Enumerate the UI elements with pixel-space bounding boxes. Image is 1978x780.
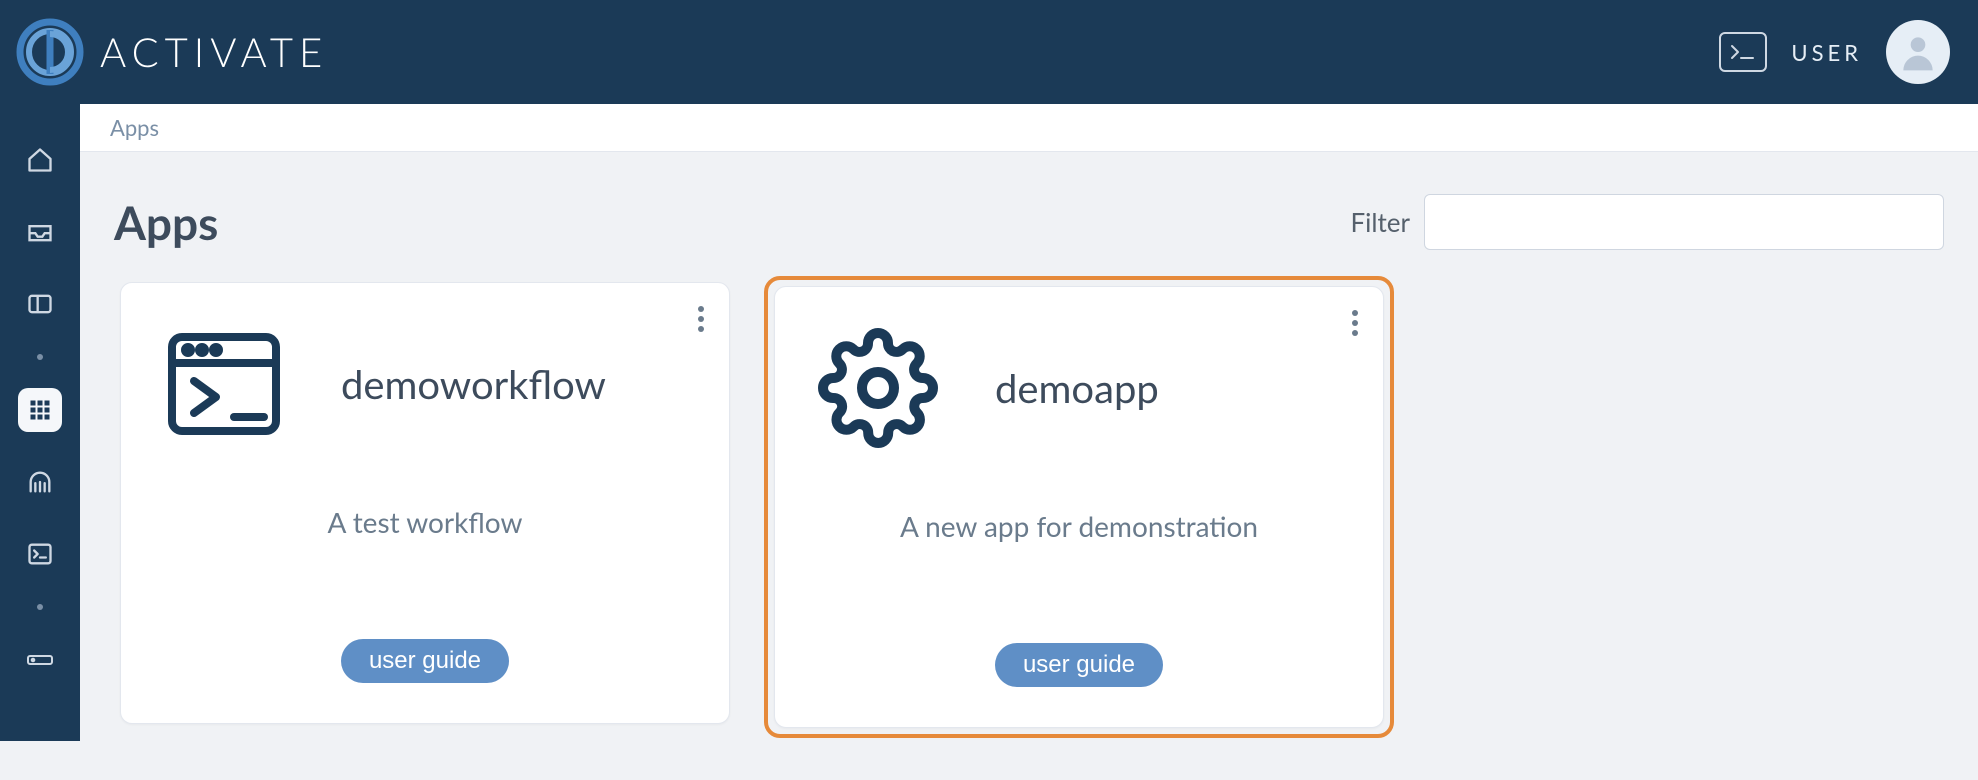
app-card[interactable]: demoapp A new app for demonstration user… [774,286,1384,728]
terminal-icon [1729,42,1757,62]
user-guide-button[interactable]: user guide [341,639,509,683]
tunnel-icon [26,468,54,496]
brand-mark-icon [14,16,86,88]
top-header: ACTIVATE USER [0,0,1978,104]
sidebar-separator [37,354,43,360]
apps-grid-icon [28,398,52,422]
app-card-frame: demoworkflow A test workflow user guide [114,276,736,738]
terminal-small-icon [26,540,54,568]
app-card-frame-highlighted: demoapp A new app for demonstration user… [764,276,1394,738]
terminal-window-icon [164,329,284,439]
user-label: USER [1791,39,1862,66]
avatar-icon [1896,30,1940,74]
sidebar-item-panel[interactable] [18,282,62,326]
brand-text: ACTIVATE [100,28,328,76]
gear-icon [818,328,938,448]
card-description: A test workflow [328,505,523,539]
sidebar-item-tunnel[interactable] [18,460,62,504]
sidebar-item-terminal[interactable] [18,532,62,576]
card-menu-button[interactable] [697,305,705,337]
terminal-button[interactable] [1719,32,1767,72]
page-title: Apps [114,195,218,250]
sidebar [0,104,80,741]
card-title: demoapp [995,364,1159,412]
card-menu-button[interactable] [1351,309,1359,341]
sidebar-item-home[interactable] [18,138,62,182]
card-title: demoworkflow [341,360,606,408]
card-icon [813,323,943,453]
inbox-icon [26,218,54,246]
card-icon [159,319,289,449]
main-area: Apps Apps Filter [80,104,1978,741]
apps-list: demoworkflow A test workflow user guide [114,276,1944,738]
sidebar-item-server[interactable] [18,638,62,682]
brand-logo[interactable]: ACTIVATE [14,16,328,88]
filter-label: Filter [1351,206,1410,238]
home-icon [26,146,54,174]
panel-icon [26,290,54,318]
filter-input[interactable] [1424,194,1944,250]
user-avatar[interactable] [1886,20,1950,84]
user-guide-button[interactable]: user guide [995,643,1163,687]
breadcrumb[interactable]: Apps [80,104,1978,152]
app-card[interactable]: demoworkflow A test workflow user guide [120,282,730,724]
sidebar-separator-2 [37,604,43,610]
filter: Filter [1351,194,1944,250]
sidebar-item-inbox[interactable] [18,210,62,254]
content: Apps Filter [80,152,1978,780]
dots-vertical-icon [1351,309,1359,337]
server-icon [26,654,54,666]
sidebar-item-apps[interactable] [18,388,62,432]
dots-vertical-icon [697,305,705,333]
card-description: A new app for demonstration [900,509,1258,543]
